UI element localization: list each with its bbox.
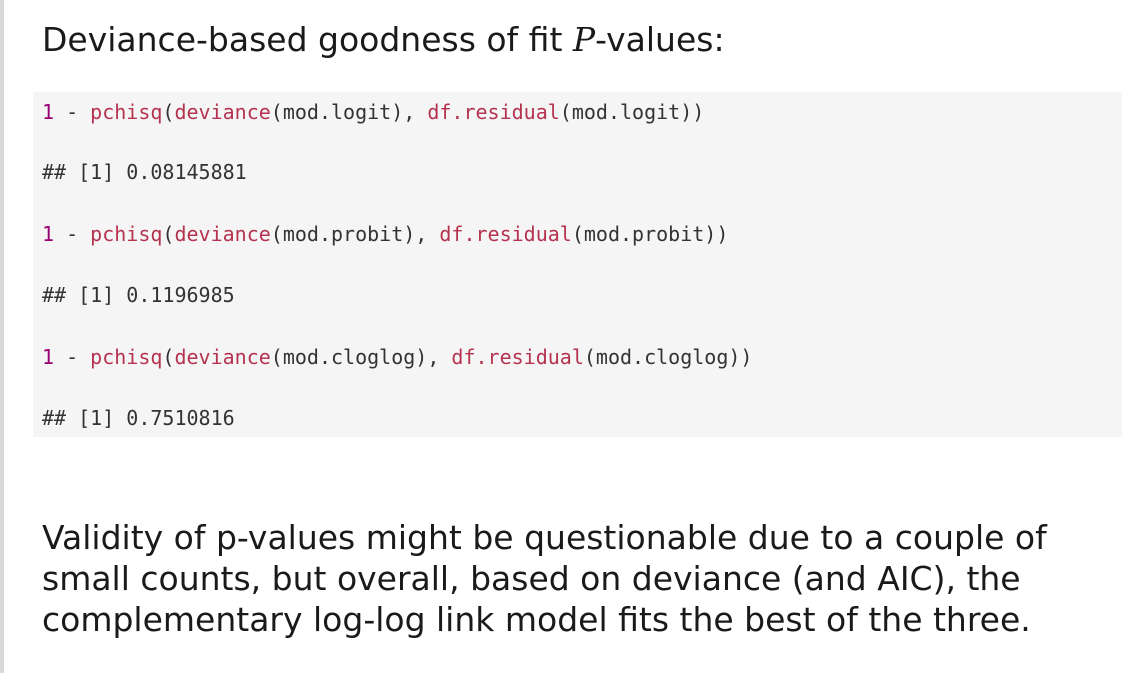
left-border-rule [0, 0, 4, 673]
code-args: (mod.logit), [270, 100, 428, 124]
code-paren: ( [162, 100, 175, 124]
conclusion-paragraph: Validity of p-values might be questionab… [42, 518, 1047, 639]
code-paren: ( [162, 345, 175, 369]
code-line-logit: 1 - pchisq(deviance(mod.logit), df.resid… [42, 100, 704, 124]
code-line-cloglog: 1 - pchisq(deviance(mod.cloglog), df.res… [42, 345, 752, 369]
code-number: 1 [42, 222, 55, 246]
code-function: deviance [174, 345, 271, 369]
code-function: df.residual [451, 345, 584, 369]
code-output-probit: ## [1] 0.1196985 [42, 283, 235, 307]
code-function: df.residual [427, 100, 560, 124]
section-heading: Deviance-based goodness of fit P-values: [42, 20, 725, 60]
code-operator: - [54, 345, 91, 369]
code-function: pchisq [90, 222, 163, 246]
code-panel: 1 - pchisq(deviance(mod.logit), df.resid… [33, 92, 1122, 437]
code-function: deviance [174, 100, 271, 124]
code-args: (mod.logit)) [559, 100, 705, 124]
code-args: (mod.cloglog), [270, 345, 452, 369]
code-function: df.residual [439, 222, 572, 246]
code-operator: - [54, 100, 91, 124]
code-paren: ( [162, 222, 175, 246]
code-args: (mod.probit), [270, 222, 440, 246]
heading-math-symbol: P [572, 20, 596, 59]
code-output-cloglog: ## [1] 0.7510816 [42, 406, 235, 430]
code-args: (mod.cloglog)) [583, 345, 753, 369]
code-number: 1 [42, 345, 55, 369]
code-function: deviance [174, 222, 271, 246]
code-operator: - [54, 222, 91, 246]
code-number: 1 [42, 100, 55, 124]
code-function: pchisq [90, 345, 163, 369]
code-output-logit: ## [1] 0.08145881 [42, 160, 247, 184]
heading-text-prefix: Deviance-based goodness of fit [42, 20, 573, 59]
code-args: (mod.probit)) [571, 222, 729, 246]
code-line-probit: 1 - pchisq(deviance(mod.probit), df.resi… [42, 222, 728, 246]
code-function: pchisq [90, 100, 163, 124]
heading-text-suffix: -values: [595, 20, 725, 59]
